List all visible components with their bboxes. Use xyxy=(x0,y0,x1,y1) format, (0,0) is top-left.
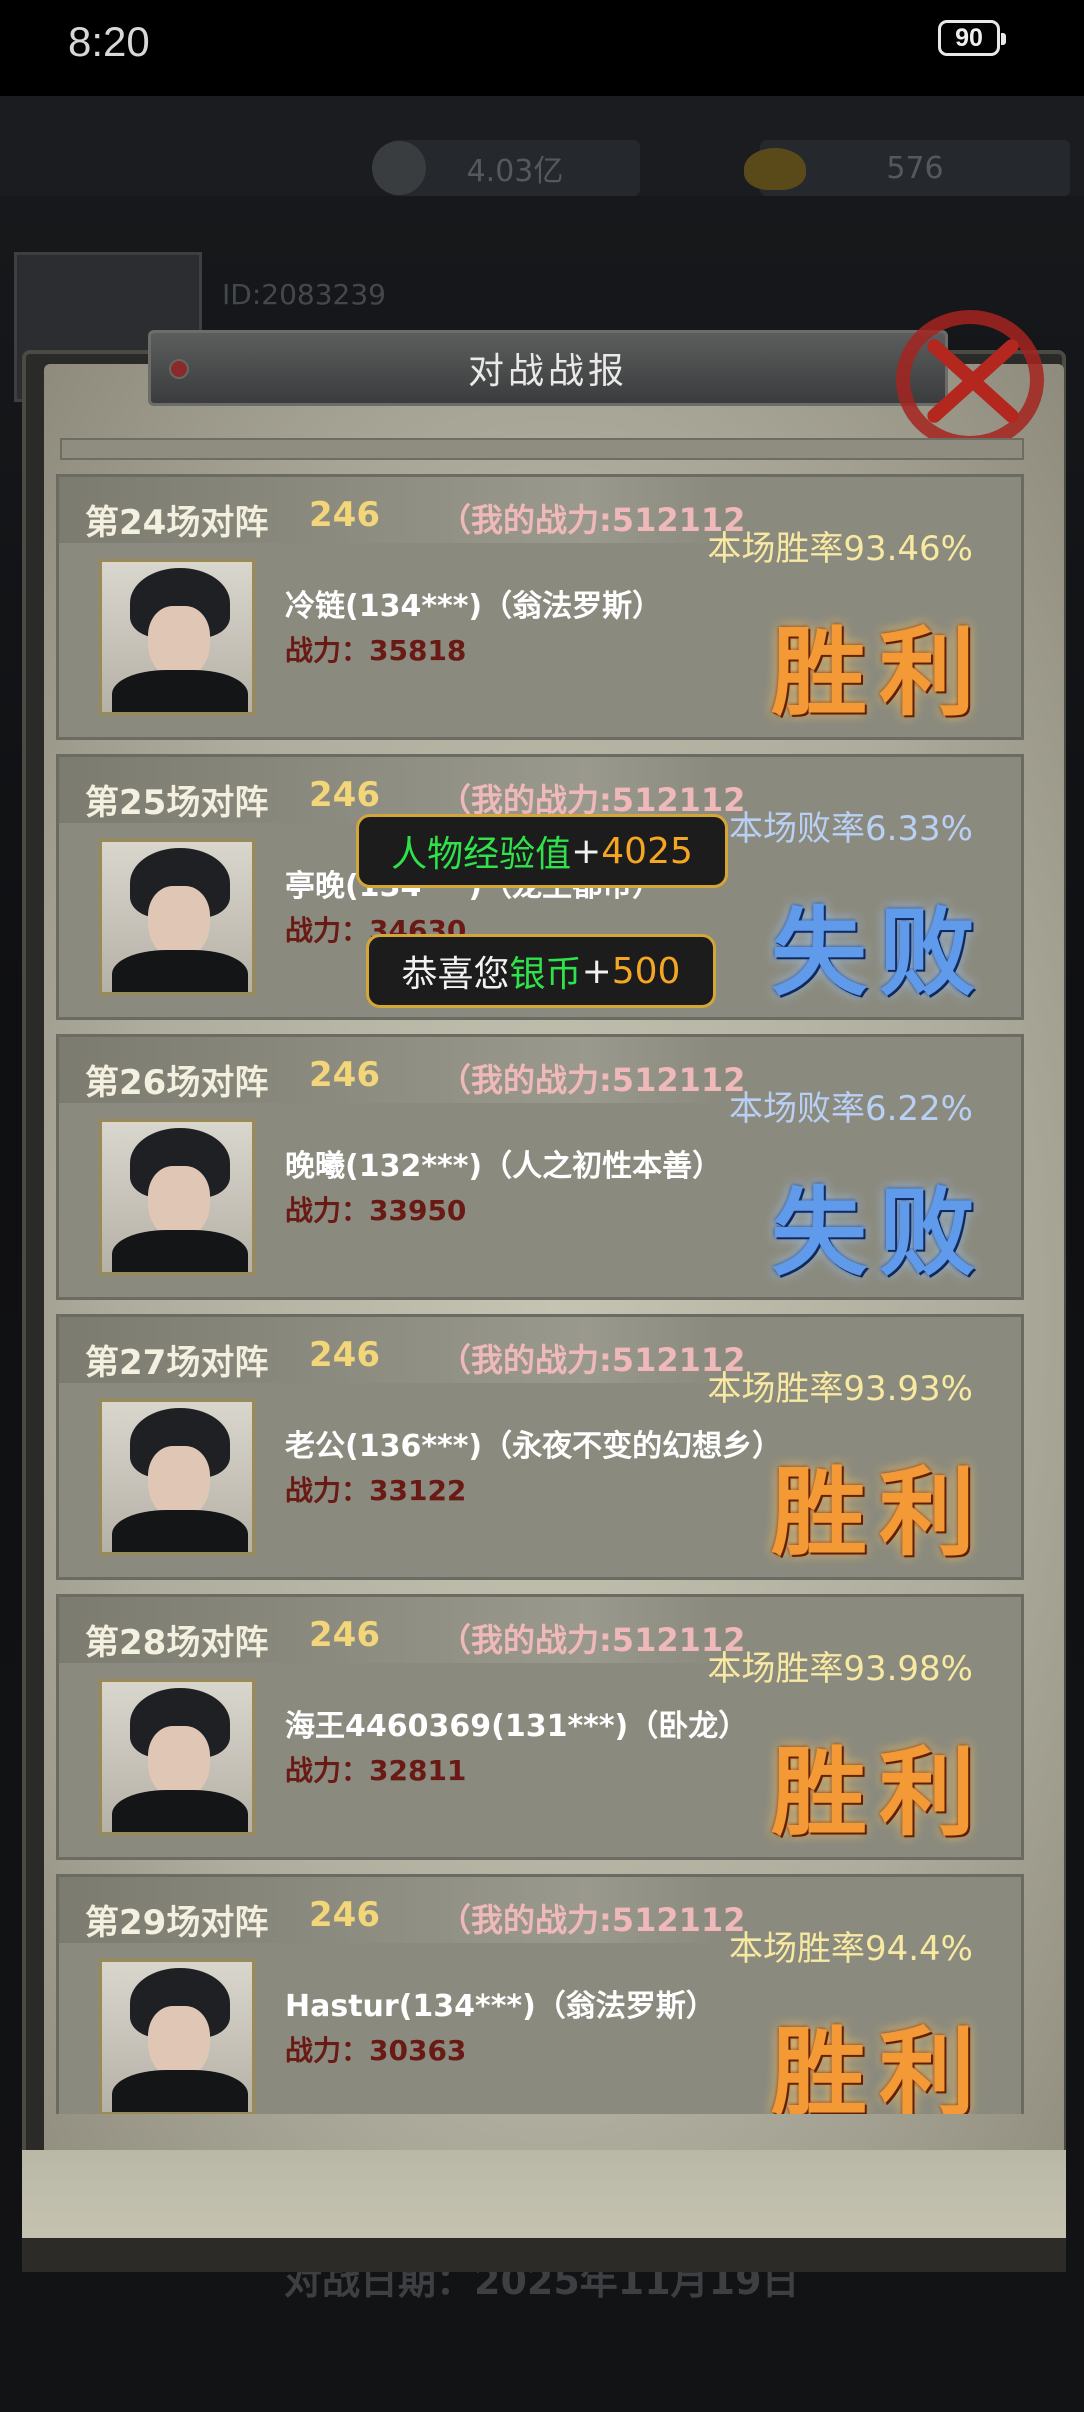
opponent-avatar[interactable] xyxy=(99,839,255,995)
opponent-avatar[interactable] xyxy=(99,1119,255,1275)
opponent-power: 战力：33122 xyxy=(285,1474,467,1507)
exp-value: 4025 xyxy=(601,830,693,872)
silver-toast: 恭喜您 银币 +500 xyxy=(366,934,716,1008)
match-rate: 本场胜率93.98% xyxy=(707,1649,973,1689)
exp-toast: 人物经验值 +4025 xyxy=(356,814,728,888)
opponent-name: 海王4460369(131***)（卧龙） xyxy=(285,1709,749,1744)
status-time: 8:20 xyxy=(68,18,150,65)
match-level: 246 xyxy=(309,1055,380,1095)
silver-toast-plus: + xyxy=(581,950,612,992)
opponent-power: 战力：33950 xyxy=(285,1194,467,1227)
silver-coin-icon xyxy=(372,141,426,195)
match-level: 246 xyxy=(309,1615,380,1655)
dialog-bottom-frame xyxy=(22,2238,1066,2272)
opponent-power: 战力：35818 xyxy=(285,634,467,667)
match-card[interactable]: 第27场对阵 246 （我的战力:512112 本场胜率93.93% 老公(13… xyxy=(56,1314,1024,1580)
silver-toast-label: 银币 xyxy=(509,954,582,995)
my-power: （我的战力:512112 xyxy=(439,1621,746,1659)
dialog-title: 对战战报 xyxy=(467,351,628,392)
opponent-name: 冷链(134***)（翁法罗斯） xyxy=(285,589,663,624)
exp-plus: + xyxy=(571,830,602,872)
title-orb-icon xyxy=(169,359,189,379)
match-title: 第28场对阵 xyxy=(85,1623,269,1663)
match-title: 第27场对阵 xyxy=(85,1343,269,1383)
result-win: 胜利 xyxy=(771,2016,987,2114)
silver-counter: 4.03亿 xyxy=(390,140,640,196)
result-lose: 失败 xyxy=(771,1176,987,1289)
my-power: （我的战力:512112 xyxy=(439,1341,746,1379)
silver-value: 4.03亿 xyxy=(466,154,564,189)
opponent-avatar[interactable] xyxy=(99,1959,255,2114)
result-lose: 失败 xyxy=(771,896,987,1009)
gold-counter: 576 xyxy=(760,140,1070,196)
match-level: 246 xyxy=(309,775,380,815)
silver-toast-value: 500 xyxy=(611,950,681,992)
match-level: 246 xyxy=(309,495,380,535)
my-power: （我的战力:512112 xyxy=(439,501,746,539)
status-bar: 8:20 90 xyxy=(0,0,1084,96)
match-rate: 本场败率6.22% xyxy=(728,1089,973,1129)
my-power: （我的战力:512112 xyxy=(439,1061,746,1099)
result-win: 胜利 xyxy=(771,1456,987,1569)
match-rate: 本场胜率93.46% xyxy=(707,529,973,569)
opponent-power: 战力：32811 xyxy=(285,1754,467,1787)
gold-value: 576 xyxy=(886,150,944,186)
match-title: 第25场对阵 xyxy=(85,783,269,823)
exp-label: 人物经验值 xyxy=(391,834,572,875)
opponent-avatar[interactable] xyxy=(99,1399,255,1555)
match-title: 第26场对阵 xyxy=(85,1063,269,1103)
match-card[interactable]: 第28场对阵 246 （我的战力:512112 本场胜率93.98% 海王446… xyxy=(56,1594,1024,1860)
match-card[interactable]: 第24场对阵 246 （我的战力:512112 本场胜率93.46% 冷链(13… xyxy=(56,474,1024,740)
opponent-avatar[interactable] xyxy=(99,1679,255,1835)
match-title: 第29场对阵 xyxy=(85,1903,269,1943)
opponent-name: 老公(136***)（永夜不变的幻想乡） xyxy=(285,1429,783,1464)
silver-toast-prefix: 恭喜您 xyxy=(401,954,510,995)
match-list[interactable]: 第24场对阵 246 （我的战力:512112 本场胜率93.46% 冷链(13… xyxy=(52,440,1032,2114)
opponent-avatar[interactable] xyxy=(99,559,255,715)
result-win: 胜利 xyxy=(771,616,987,729)
match-card[interactable]: 第29场对阵 246 （我的战力:512112 本场胜率94.4% Hastur… xyxy=(56,1874,1024,2114)
match-level: 246 xyxy=(309,1335,380,1375)
gold-ingot-icon xyxy=(744,148,806,190)
opponent-name: Hastur(134***)（翁法罗斯） xyxy=(285,1989,716,2024)
match-card[interactable]: 第26场对阵 246 （我的战力:512112 本场败率6.22% 晚曦(132… xyxy=(56,1034,1024,1300)
match-rate: 本场胜率94.4% xyxy=(728,1929,973,1969)
match-rate: 本场胜率93.93% xyxy=(707,1369,973,1409)
opponent-name: 晚曦(132***)（人之初性本善） xyxy=(285,1149,723,1184)
my-power: （我的战力:512112 xyxy=(439,1901,746,1939)
battery-icon: 90 xyxy=(938,20,1006,56)
match-rate: 本场败率6.33% xyxy=(728,809,973,849)
opponent-power: 战力：30363 xyxy=(285,2034,467,2067)
result-win: 胜利 xyxy=(771,1736,987,1849)
match-title: 第24场对阵 xyxy=(85,503,269,543)
player-id: ID:2083239 xyxy=(222,278,386,311)
dialog-title-bar: 对战战报 xyxy=(148,330,948,406)
match-level: 246 xyxy=(309,1895,380,1935)
